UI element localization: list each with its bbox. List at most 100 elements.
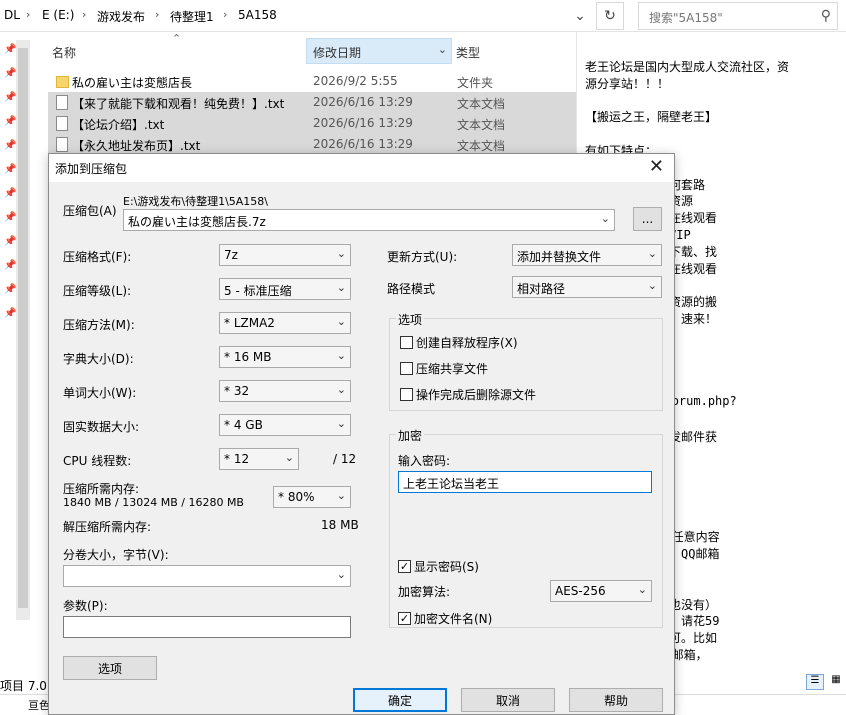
chevron-down-icon: ⌄ (647, 279, 657, 292)
dialog-titlebar[interactable]: 添加到压缩包 ✕ (49, 154, 674, 182)
folder-icon (56, 76, 69, 88)
threads-select[interactable]: * 12 ⌄ (219, 448, 299, 470)
pin-icon: 📌 (4, 308, 17, 319)
status-text: 项目 7.0 (0, 679, 47, 693)
column-type[interactable]: 类型 (456, 44, 480, 61)
pin-icon: 📌 (4, 116, 17, 127)
chevron-down-icon: ⌄ (336, 281, 346, 294)
breadcrumb-separator: › (155, 8, 160, 21)
shared-files-checkbox[interactable]: 压缩共享文件 (400, 360, 488, 377)
split-size-combo[interactable]: ⌄ (63, 565, 351, 587)
list-item[interactable]: 【来了就能下载和观看！纯免费！】.txt 2026/6/16 13:29 文本文… (48, 92, 576, 113)
list-item[interactable]: 私の雇い主は変態店長 2026/9/2 5:55 文件夹 (48, 71, 576, 92)
dictionary-select[interactable]: * 16 MB ⌄ (219, 346, 351, 368)
column-name[interactable]: 名称 (52, 44, 76, 61)
breadcrumb-folder-1[interactable]: 游戏发布 (97, 8, 145, 25)
method-value: * LZMA2 (224, 316, 275, 330)
file-type: 文本文档 (457, 118, 506, 132)
text-file-icon (56, 95, 68, 110)
path-mode-select[interactable]: 相对路径 ⌄ (512, 276, 662, 298)
column-date[interactable]: 修改日期 ⌄ (306, 38, 452, 64)
chevron-down-icon: ⌄ (647, 247, 657, 260)
pin-icon: 📌 (4, 140, 17, 151)
breadcrumb-separator: › (82, 8, 87, 21)
chevron-down-icon[interactable]: ⌄ (601, 212, 610, 225)
show-password-label: 显示密码(S) (414, 560, 479, 574)
check-icon[interactable]: ✓ (398, 560, 411, 573)
breadcrumb-folder-3[interactable]: 5A158 (238, 8, 277, 22)
chevron-down-icon: ⌄ (336, 315, 346, 328)
dictionary-label: 字典大小(D): (63, 352, 134, 366)
chevron-down-icon[interactable]: ⌄ (337, 568, 346, 581)
path-mode-value: 相对路径 (517, 282, 566, 296)
format-value: 7z (224, 248, 238, 262)
cancel-button[interactable]: 取消 (461, 688, 555, 712)
encryption-method-select[interactable]: AES-256 ⌄ (550, 580, 652, 602)
chevron-down-icon[interactable]: ⌄ (566, 2, 594, 30)
nav-scrollbar[interactable] (16, 40, 30, 620)
archive-name-value: 私の雇い主は変態店長.7z (128, 215, 266, 229)
sfx-label: 创建自释放程序(X) (416, 336, 518, 350)
file-name: 私の雇い主は変態店長 (72, 76, 193, 90)
solid-size-select[interactable]: * 4 GB ⌄ (219, 414, 351, 436)
file-date: 2026/6/16 13:29 (313, 137, 413, 151)
search-input[interactable]: 搜索"5A158" ⚲ (638, 2, 838, 30)
word-size-select[interactable]: * 32 ⌄ (219, 380, 351, 402)
address-bar[interactable]: DL › E (E:) › 游戏发布 › 待整理1 › 5A158 ⌄ ↻ 搜索… (0, 0, 846, 32)
search-icon: ⚲ (820, 8, 831, 24)
file-date: 2026/6/16 13:29 (313, 116, 413, 130)
options-button[interactable]: 选项 (63, 656, 157, 680)
list-item[interactable]: 【永久地址发布页】.txt 2026/6/16 13:29 文本文档 (48, 134, 576, 155)
update-mode-select[interactable]: 添加并替换文件 ⌄ (512, 244, 662, 266)
encrypt-names-checkbox[interactable]: ✓ 加密文件名(N) (398, 610, 492, 627)
chevron-down-icon[interactable]: ⌄ (438, 43, 447, 56)
preview-line: 【搬运之王，隔壁老王】 (585, 110, 718, 125)
check-icon[interactable]: ✓ (398, 612, 411, 625)
sort-up-icon: ⌃ (172, 32, 182, 45)
breadcrumb-separator: › (223, 8, 228, 21)
pin-icon: 📌 (4, 260, 17, 271)
search-placeholder: 搜索"5A158" (649, 11, 723, 25)
browse-button[interactable]: ... (633, 207, 662, 231)
file-name: 【论坛介绍】.txt (72, 118, 165, 132)
method-select[interactable]: * LZMA2 ⌄ (219, 312, 351, 334)
help-button[interactable]: 帮助 (569, 688, 663, 712)
close-icon[interactable]: ✕ (649, 156, 664, 177)
chevron-down-icon: ⌄ (284, 451, 294, 464)
checkbox-box[interactable] (400, 362, 413, 375)
password-input[interactable]: 上老王论坛当老王 (398, 471, 652, 493)
add-to-archive-dialog[interactable]: 添加到压缩包 ✕ 压缩包(A) E:\游戏发布\待整理1\5A158\ 私の雇い… (48, 153, 675, 715)
scrollbar-thumb[interactable] (18, 48, 28, 608)
encryption-group: 加密 输入密码: 上老王论坛当老王 ✓ 显示密码(S) 加密算法: AES-256… (389, 427, 663, 628)
sfx-checkbox[interactable]: 创建自释放程序(X) (400, 334, 518, 351)
memory-percent-value: * 80% (278, 490, 315, 504)
file-type: 文本文档 (457, 97, 506, 111)
delete-after-checkbox[interactable]: 操作完成后删除源文件 (400, 386, 536, 403)
memory-percent-select[interactable]: * 80% ⌄ (273, 486, 351, 508)
show-password-checkbox[interactable]: ✓ 显示密码(S) (398, 558, 479, 575)
ok-button[interactable]: 确定 (353, 688, 447, 712)
params-input[interactable] (63, 616, 351, 638)
refresh-icon[interactable]: ↻ (596, 2, 624, 30)
breadcrumb-separator: › (26, 8, 31, 21)
checkbox-box[interactable] (400, 336, 413, 349)
format-select[interactable]: 7z ⌄ (219, 244, 351, 266)
tiles-view-icon[interactable]: ▦ (828, 674, 844, 690)
list-item[interactable]: 【论坛介绍】.txt 2026/6/16 13:29 文本文档 (48, 113, 576, 134)
chevron-down-icon: ⌄ (336, 489, 346, 502)
breadcrumb-folder-2[interactable]: 待整理1 (170, 8, 214, 25)
solid-size-label: 固实数据大小: (63, 420, 140, 434)
breadcrumb-dl[interactable]: DL (4, 8, 20, 22)
path-mode-label: 路径模式 (387, 282, 436, 296)
checkbox-box[interactable] (400, 388, 413, 401)
split-size-label: 分卷大小，字节(V): (63, 548, 169, 562)
decompress-memory-label: 解压缩所需内存: (63, 520, 152, 534)
details-view-icon[interactable]: ☰ (806, 674, 824, 690)
pin-icon: 📌 (4, 284, 17, 295)
file-date: 2026/6/16 13:29 (313, 95, 413, 109)
archive-name-combo[interactable]: 私の雇い主は変態店長.7z ⌄ (123, 209, 615, 231)
chevron-down-icon: ⌄ (336, 349, 346, 362)
level-select[interactable]: 5 - 标准压缩 ⌄ (219, 278, 351, 300)
delete-after-label: 操作完成后删除源文件 (416, 388, 537, 402)
breadcrumb-drive[interactable]: E (E:) (42, 8, 74, 22)
